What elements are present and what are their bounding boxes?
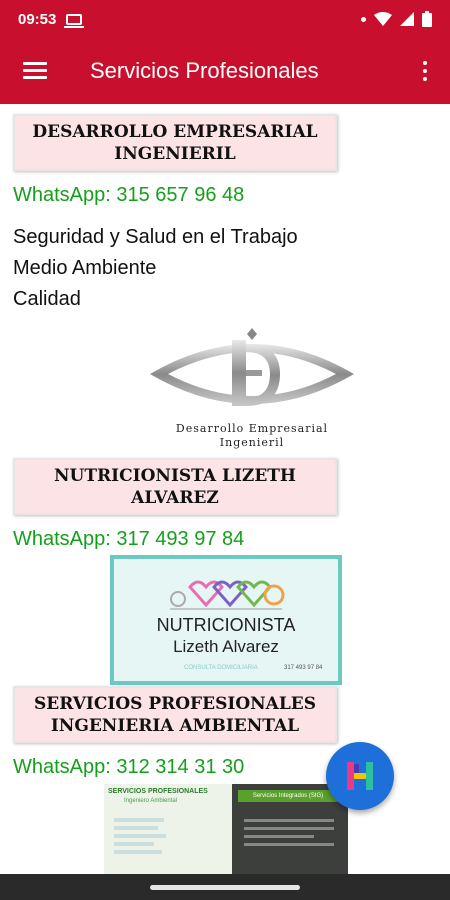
- hamburger-icon: [23, 62, 47, 80]
- fruit-hearts-icon: [170, 580, 285, 610]
- flyer-title: SERVICIOS PROFESIONALES: [108, 788, 208, 795]
- nutricionista-logo-title: NUTRICIONISTA: [156, 615, 296, 635]
- service-item: Calidad: [13, 288, 81, 310]
- overflow-menu-button[interactable]: [400, 38, 450, 104]
- wifi-icon: [374, 12, 392, 26]
- nutricionista-logo[interactable]: NUTRICIONISTA Lizeth Alvarez CONSULTA DO…: [110, 555, 342, 685]
- whatsapp-link-desarrollo[interactable]: WhatsApp: 315 657 96 48: [13, 184, 244, 207]
- ambiental-flyer[interactable]: SERVICIOS PROFESIONALES Ingeniero Ambien…: [104, 784, 348, 874]
- system-nav-bar: [0, 874, 450, 900]
- whatsapp-link-ambiental[interactable]: WhatsApp: 312 314 31 30: [13, 756, 244, 779]
- card-heading-desarrollo: DESARROLLO EMPRESARIAL INGENIERIL: [13, 114, 337, 171]
- desarrollo-logo[interactable]: Desarrollo Empresarial Ingenieril: [146, 326, 358, 456]
- service-item: Medio Ambiente: [13, 257, 157, 279]
- app-title: Servicios Profesionales: [90, 58, 319, 83]
- home-gesture-handle[interactable]: [150, 884, 300, 890]
- status-bar: 09:53: [0, 0, 450, 38]
- status-icons: [361, 11, 432, 27]
- card-heading-nutricionista: NUTRICIONISTA LIZETH ALVAREZ: [13, 458, 337, 515]
- notification-dot-icon: [361, 16, 366, 22]
- flyer-subtitle: Ingeniero Ambiental: [124, 798, 178, 804]
- whatsapp-link-nutricionista[interactable]: WhatsApp: 317 493 97 84: [13, 528, 244, 551]
- laptop-icon: [64, 13, 85, 28]
- logo-text-line2: Ingenieril: [219, 436, 285, 449]
- signal-icon: [400, 12, 414, 26]
- service-item: Seguridad y Salud en el Trabajo: [13, 226, 298, 248]
- battery-icon: [422, 11, 432, 27]
- service-list: Seguridad y Salud en el Trabajo Medio Am…: [13, 222, 298, 315]
- nutricionista-logo-phone: 317 493 97 84: [284, 665, 323, 671]
- nutricionista-logo-tag: CONSULTA DOMICILIARIA: [184, 665, 258, 671]
- app-bar: Servicios Profesionales: [0, 38, 450, 104]
- menu-button[interactable]: [0, 38, 70, 104]
- logo-text-line1: Desarrollo Empresarial: [175, 422, 329, 435]
- h-logo-icon: [347, 762, 373, 790]
- status-time: 09:53: [18, 10, 57, 28]
- flyer-right-title: Servicios Integrados (SIG): [238, 790, 338, 802]
- card-heading-ambiental: SERVICIOS PROFESIONALES INGENIERIA AMBIE…: [13, 686, 337, 743]
- nutricionista-logo-name: Lizeth Alvarez: [173, 637, 279, 656]
- fab-button[interactable]: [326, 742, 394, 810]
